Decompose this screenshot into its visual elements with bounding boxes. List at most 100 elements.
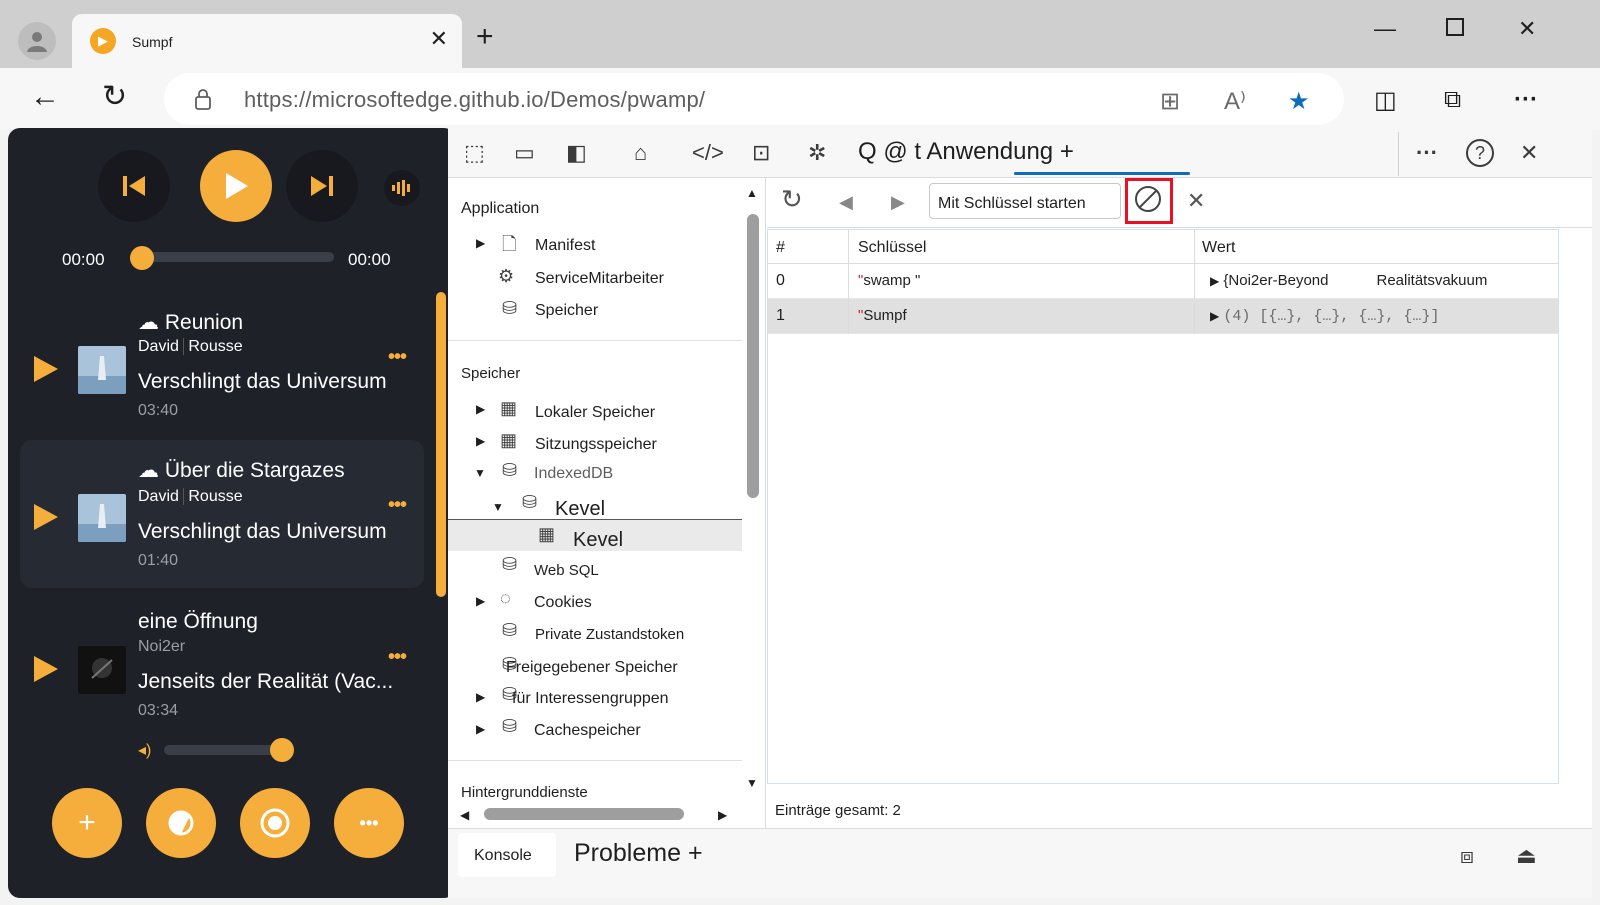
database-icon: ⛁ (502, 716, 518, 736)
new-tab-button[interactable]: + (476, 22, 494, 52)
volume-icon[interactable]: ◂) (138, 740, 151, 760)
app-available-icon[interactable]: ⊞ (1160, 87, 1180, 116)
scroll-down-icon[interactable]: ▼ (746, 776, 758, 790)
browser-tab[interactable]: ▶ Sumpf ✕ (72, 14, 462, 70)
expand-arrow-icon[interactable]: ▶ (476, 402, 485, 416)
tree-interest-groups[interactable]: für Interessengruppen (512, 690, 669, 708)
more-tools-icon[interactable]: ··· (1416, 140, 1438, 166)
playlist-item[interactable]: eine Öffnung Noi2er Jenseits der Realitä… (20, 604, 424, 752)
tree-storage[interactable]: Speicher (535, 302, 598, 320)
tree-cookies[interactable]: Cookies (534, 594, 592, 612)
refresh-icon[interactable]: ↻ (102, 80, 127, 114)
play-song-icon[interactable] (34, 656, 58, 682)
playlist-scrollbar[interactable] (436, 292, 446, 597)
column-index[interactable]: # (776, 239, 785, 257)
seek-bar[interactable] (140, 252, 334, 262)
collapse-arrow-icon[interactable]: ▼ (474, 466, 486, 480)
manifest-document-icon: 🗋 (502, 234, 517, 254)
song-more-button[interactable]: ••• (388, 646, 407, 669)
device-emulation-icon[interactable]: ▭ (514, 140, 535, 166)
scroll-left-icon[interactable]: ◀ (460, 808, 469, 822)
key-filter-input[interactable]: Mit Schlüssel starten (929, 183, 1121, 219)
drawer-tab-problems[interactable]: Probleme + (574, 839, 703, 868)
previous-track-button[interactable] (98, 150, 170, 222)
tree-private-tokens[interactable]: Private Zustandstoken (535, 626, 684, 643)
collapse-arrow-icon[interactable]: ▼ (492, 500, 504, 514)
expand-value-icon[interactable]: ▶ (1210, 309, 1219, 323)
minimize-icon[interactable]: — (1374, 16, 1396, 42)
tree-manifest[interactable]: Manifest (535, 237, 595, 255)
playlist-item[interactable]: ☁ Über die Stargazes David Rousse Versch… (20, 440, 424, 588)
window-close-icon[interactable]: ✕ (1518, 16, 1536, 42)
more-options-button[interactable]: ••• (334, 788, 404, 858)
playlist-item[interactable]: ☁ Reunion David Rousse Verschlingt das U… (20, 304, 424, 452)
previous-page-icon[interactable]: ◀ (839, 192, 853, 213)
song-duration: 01:40 (138, 552, 179, 569)
collections-icon[interactable]: ⧉ (1444, 86, 1461, 114)
expand-arrow-icon[interactable]: ▶ (476, 236, 485, 250)
expand-arrow-icon[interactable]: ▶ (476, 594, 485, 608)
scroll-up-icon[interactable]: ▲ (746, 186, 758, 200)
back-icon[interactable]: ← (30, 80, 60, 114)
record-button[interactable] (240, 788, 310, 858)
collapse-drawer-icon[interactable]: ⏏ (1516, 843, 1537, 869)
console-icon[interactable]: ⊡ (752, 140, 770, 166)
tree-cache-storage[interactable]: Cachespeicher (534, 722, 641, 740)
visualizer-button[interactable] (384, 170, 420, 206)
help-icon[interactable]: ? (1466, 139, 1494, 167)
column-key[interactable]: Schlüssel (858, 239, 926, 257)
play-song-icon[interactable] (34, 356, 58, 382)
theme-button[interactable] (146, 788, 216, 858)
close-tab-icon[interactable]: ✕ (430, 26, 448, 52)
drawer-tab-console[interactable]: Konsole (458, 833, 556, 877)
expand-arrow-icon[interactable]: ▶ (476, 434, 485, 448)
table-row[interactable]: 0 "swamp " ▶ {Noi2er-Beyond Realitätsvaku… (768, 264, 1558, 299)
add-song-button[interactable]: + (52, 788, 122, 858)
elements-icon[interactable]: </> (692, 140, 724, 166)
dock-side-icon[interactable]: ◧ (566, 140, 587, 166)
lock-icon[interactable] (194, 88, 212, 110)
refresh-data-icon[interactable]: ↻ (781, 184, 803, 215)
tab-application[interactable]: Q @ t Anwendung + (858, 138, 1074, 166)
delete-selected-icon[interactable]: ✕ (1187, 188, 1205, 214)
column-value[interactable]: Wert (1202, 239, 1235, 257)
seek-handle[interactable] (130, 246, 154, 270)
play-song-icon[interactable] (34, 504, 58, 530)
favorite-star-icon[interactable]: ★ (1288, 87, 1310, 116)
play-button[interactable] (200, 150, 272, 222)
inspect-element-icon[interactable]: ⬚ (464, 140, 485, 166)
close-devtools-icon[interactable]: ✕ (1520, 140, 1538, 166)
url-text[interactable]: https://microsoftedge.github.io/Demos/pw… (244, 87, 705, 113)
tree-vertical-scrollbar[interactable] (747, 214, 759, 498)
profile-avatar[interactable] (18, 22, 56, 60)
song-more-button[interactable]: ••• (388, 494, 407, 517)
scroll-right-icon[interactable]: ▶ (718, 808, 727, 822)
song-more-button[interactable]: ••• (388, 346, 407, 369)
next-track-button[interactable] (286, 150, 358, 222)
artist-last: Rousse (183, 488, 243, 505)
split-screen-icon[interactable]: ◫ (1374, 86, 1397, 115)
next-page-icon[interactable]: ▶ (891, 192, 905, 213)
table-row[interactable]: 1 "Sumpf ▶ (4) [{…}, {…}, {…}, {…}] (768, 299, 1558, 334)
tree-horizontal-scrollbar[interactable] (484, 808, 684, 820)
tree-service-workers[interactable]: ServiceMitarbeiter (535, 270, 664, 288)
tree-db-kevel[interactable]: Kevel (555, 498, 605, 521)
debugger-bug-icon[interactable]: ✲ (808, 140, 826, 166)
welcome-home-icon[interactable]: ⌂ (634, 140, 647, 166)
settings-more-icon[interactable]: ··· (1514, 86, 1538, 114)
expand-arrow-icon[interactable]: ▶ (476, 722, 485, 736)
clear-object-store-button[interactable] (1133, 184, 1163, 220)
tree-shared-storage[interactable]: Freigegebener Speicher (506, 659, 678, 677)
dock-drawer-icon[interactable]: ⧈ (1460, 843, 1474, 869)
tree-session-storage[interactable]: Sitzungsspeicher (535, 436, 657, 454)
tree-local-storage[interactable]: Lokaler Speicher (535, 404, 655, 422)
read-aloud-icon[interactable]: A⁾ (1224, 87, 1246, 116)
tree-store-kevel[interactable]: Kevel (573, 529, 623, 552)
tree-indexeddb[interactable]: IndexedDB (534, 465, 613, 483)
address-bar[interactable]: https://microsoftedge.github.io/Demos/pw… (164, 73, 1344, 125)
volume-handle[interactable] (270, 738, 294, 762)
maximize-icon[interactable] (1446, 18, 1464, 36)
tree-web-sql[interactable]: Web SQL (534, 562, 599, 579)
expand-value-icon[interactable]: ▶ (1210, 274, 1219, 288)
expand-arrow-icon[interactable]: ▶ (476, 690, 485, 704)
